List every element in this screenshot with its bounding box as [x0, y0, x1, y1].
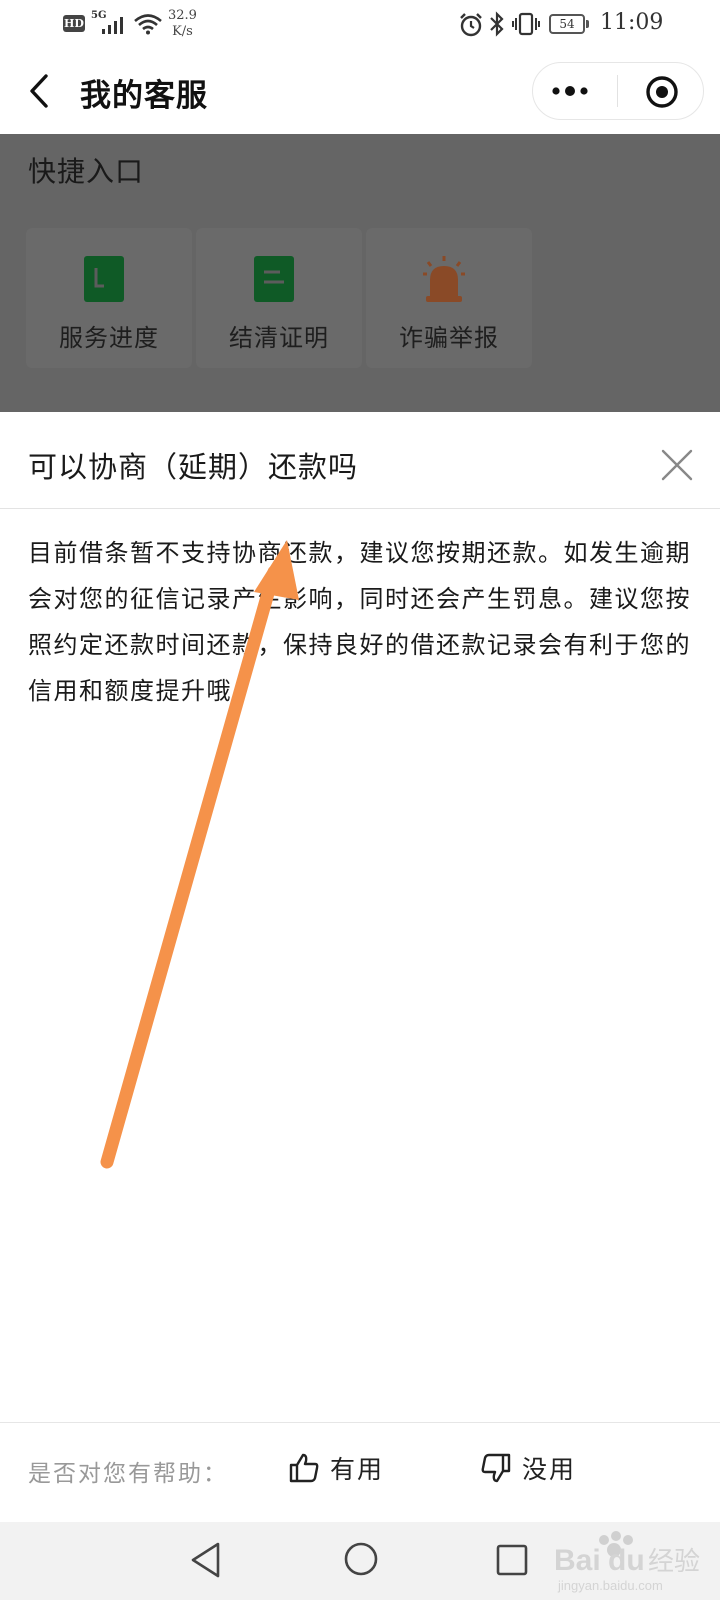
useless-button[interactable]: 没用 [480, 1446, 590, 1492]
useful-button[interactable]: 有用 [288, 1446, 398, 1492]
speed-value: 32.9 [168, 8, 197, 23]
quick-entry-title: 快捷入口 [28, 155, 145, 188]
hd-badge: HD [63, 15, 85, 32]
back-arrow-icon[interactable] [22, 68, 62, 114]
baidu-jingyan-watermark: Bai du 经验 jingyan.baidu.com [554, 1531, 700, 1593]
certificate-icon [254, 256, 294, 302]
close-icon[interactable] [660, 448, 694, 482]
useful-label: 有用 [330, 1455, 385, 1484]
svg-text:Bai: Bai [554, 1544, 601, 1577]
svg-text:du: du [608, 1544, 645, 1577]
wifi-icon [134, 14, 162, 35]
speed-unit: K/s [172, 24, 193, 39]
nav-recent-apps-icon[interactable] [494, 1542, 530, 1578]
answer-text: 目前借条暂不支持协商还款，建议您按期还款。如发生逾期会对您的征信记录产生影响，同… [28, 539, 691, 705]
battery-icon: 54 [549, 14, 585, 34]
alarm-icon [460, 13, 482, 37]
network-speed: 32.9 K/s [168, 8, 197, 40]
svg-text:经验: 经验 [648, 1547, 700, 1577]
sheet-divider [0, 508, 720, 509]
useless-label: 没用 [522, 1455, 577, 1484]
thumbs-up-icon [289, 1453, 319, 1483]
feedback-question: 是否对您有帮助： [28, 1461, 228, 1487]
svg-text:jingyan.baidu.com: jingyan.baidu.com [557, 1578, 663, 1593]
quick-entry-label: 诈骗举报 [399, 324, 499, 352]
clock: 11:09 [600, 10, 664, 35]
quick-entry-label: 结清证明 [229, 324, 329, 352]
thumbs-down-icon [481, 1453, 511, 1483]
quick-entry-label: 服务进度 [59, 324, 159, 352]
battery-tip [586, 20, 589, 28]
vibrate-icon [512, 12, 540, 36]
page-title: 我的客服 [80, 78, 208, 114]
document-progress-icon [84, 256, 124, 302]
nav-home-icon[interactable] [342, 1540, 380, 1578]
nav-back-icon[interactable] [188, 1540, 224, 1580]
capsule-divider [617, 75, 618, 107]
signal-icon [102, 17, 123, 34]
close-miniprogram-icon[interactable] [644, 74, 680, 110]
feedback-divider [0, 1422, 720, 1423]
bluetooth-icon [490, 11, 504, 37]
alarm-light-icon [423, 256, 465, 302]
more-icon[interactable] [548, 80, 600, 102]
sheet-title: 可以协商（延期）还款吗 [28, 450, 359, 484]
